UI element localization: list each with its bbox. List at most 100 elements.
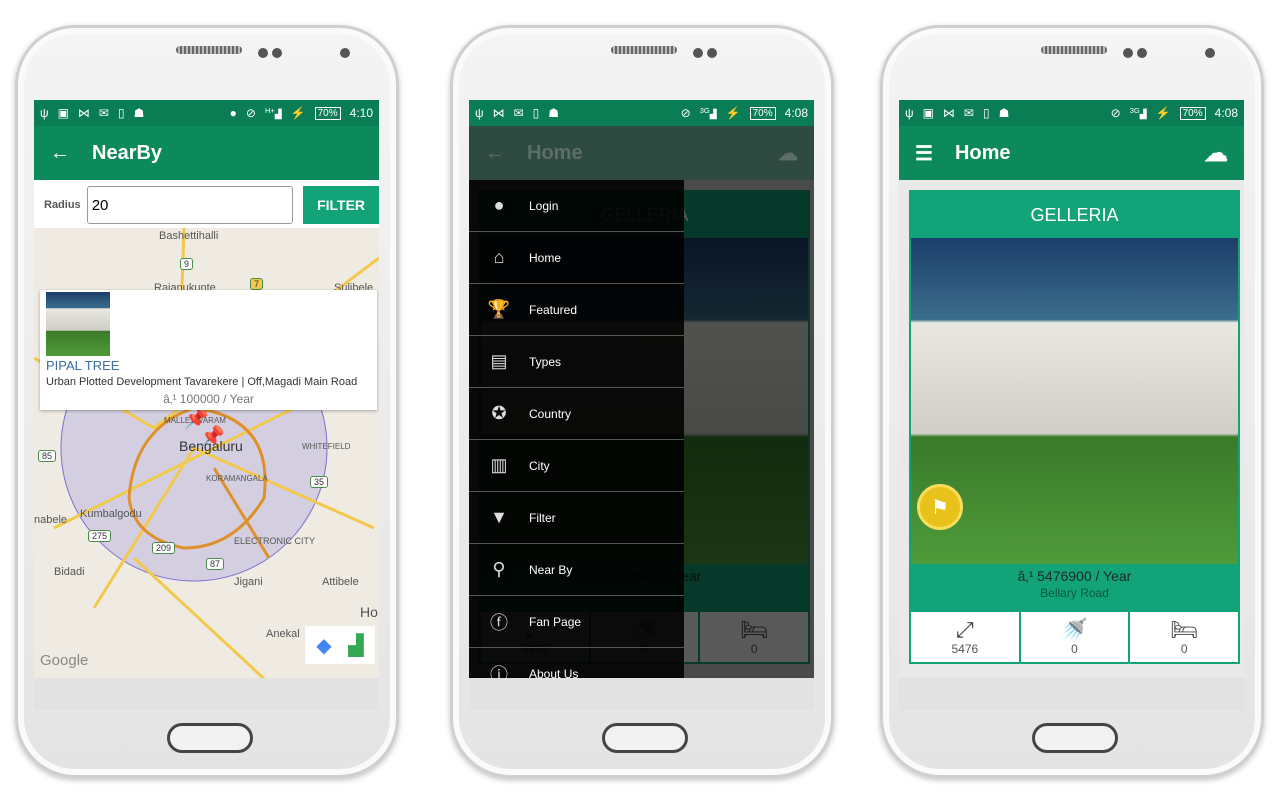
drawer-item-home[interactable]: ⌂ Home xyxy=(469,232,684,284)
home-icon: ⌂ xyxy=(493,247,505,267)
nav-bar xyxy=(899,678,1244,710)
navigation-drawer: ● Login ⌂ Home 🏆 Featured ▤ Types ✪ Country ▥ City ▼… xyxy=(469,180,684,700)
drawer-item-filter[interactable]: ▼ Filter xyxy=(469,492,684,544)
phone-icon: ▯ xyxy=(117,106,125,120)
android-icon: ☗ xyxy=(133,106,145,120)
screen: ψ ▣ ⋈ ✉ ▯ ☗ ⊘ 3G▟ ⚡ 70% 4:08 ☰ Home ☁ GELLERIA ⚑ â‚¹… xyxy=(899,100,1244,710)
cloud-upload-icon[interactable]: ☁ xyxy=(1204,139,1228,168)
map-marker-icon[interactable]: 📌 xyxy=(200,424,225,449)
filter-button[interactable]: FILTER xyxy=(303,186,379,224)
phone-home: ψ ▣ ⋈ ✉ ▯ ☗ ⊘ 3G▟ ⚡ 70% 4:08 ☰ Home ☁ GELLERIA ⚑ â‚¹… xyxy=(880,25,1264,778)
clock: 4:08 xyxy=(1214,106,1238,120)
facebook-icon: ⓕ xyxy=(490,612,508,633)
property-subtitle: Urban Plotted Development Tavarekere | O… xyxy=(46,376,358,388)
property-location: Bellary Road xyxy=(1040,586,1109,600)
radius-label: Radius xyxy=(44,199,81,211)
drawer-item-types[interactable]: ▤ Types xyxy=(469,336,684,388)
speaker xyxy=(176,46,242,54)
map[interactable]: Bashettihalli Rajanukunte Sulibele Benga… xyxy=(34,228,379,678)
phone-drawer: ψ⋈✉▯☗⊘3G▟⚡70%4:08 ←Home☁ GELLERIA â‚¹ 54… xyxy=(450,25,834,778)
drawer-item-city[interactable]: ▥ City xyxy=(469,440,684,492)
drawer-item-login[interactable]: ● Login xyxy=(469,180,684,232)
drawer-item-near-by[interactable]: ⚲ Near By xyxy=(469,544,684,596)
block-icon: ⊘ xyxy=(680,106,691,120)
clock: 4:08 xyxy=(784,106,808,120)
globe-pin-icon: ✪ xyxy=(491,403,507,423)
drawer-item-label: Home xyxy=(529,250,562,265)
property-price: â‚¹ 100000 / Year xyxy=(163,392,254,406)
drawer-item-label: Fan Page xyxy=(529,614,582,629)
bed-icon: 🛏 xyxy=(1170,617,1199,642)
back-arrow-icon[interactable]: ← xyxy=(50,142,70,165)
featured-flag-icon: ⚑ xyxy=(917,484,963,530)
drawer-item-fan-page[interactable]: ⓕ Fan Page xyxy=(469,596,684,648)
status-bar: ψ ⋈ ✉ ▯ ☗ ⊘ 3G▟ ⚡ 70% 4:08 xyxy=(469,100,814,126)
page-title: Home xyxy=(954,141,1011,164)
drawer-item-label: City xyxy=(529,458,550,473)
signal-icon: 3G▟ xyxy=(1129,106,1147,119)
battery: 70% xyxy=(314,106,341,120)
battery: 70% xyxy=(749,106,776,120)
drawer-item-label: Country xyxy=(529,406,572,421)
trophy-icon: 🏆 xyxy=(487,299,511,319)
property-info-window[interactable]: PIPAL TREE Urban Plotted Development Tav… xyxy=(40,290,377,410)
nav-bar xyxy=(469,678,814,710)
phone-nearby: ψ ▣ ⋈ ✉ ▯ ☗ ● ⊘ H+▟ ⚡ 70% 4:10 ← NearBy Radius FILTE… xyxy=(15,25,399,778)
home-button[interactable] xyxy=(602,723,688,753)
block-icon: ⊘ xyxy=(1110,106,1121,120)
sensor xyxy=(272,48,282,58)
drawer-item-country[interactable]: ✪ Country xyxy=(469,388,684,440)
status-bar: ψ ▣ ⋈ ✉ ▯ ☗ ● ⊘ H+▟ ⚡ 70% 4:10 xyxy=(34,100,379,126)
back-arrow-icon: ← xyxy=(485,141,505,164)
map-toolbar: ◆ ▟ xyxy=(305,626,375,664)
signal-icon: 3G▟ xyxy=(699,106,717,119)
cloud-upload-icon: ☁ xyxy=(778,142,798,165)
image-icon: ▣ xyxy=(57,106,69,120)
block-icon: ⊘ xyxy=(245,106,256,120)
map-pin-icon: ⚲ xyxy=(492,559,506,579)
signal-icon: H+▟ xyxy=(264,106,282,119)
stat-baths: 🚿 0 xyxy=(1020,612,1129,662)
battery: 70% xyxy=(1179,106,1206,120)
clock: 4:10 xyxy=(349,106,373,120)
property-card[interactable]: GELLERIA ⚑ â‚¹ 5476900 / Year Bellary Ro… xyxy=(909,190,1240,664)
drawer-item-label: Featured xyxy=(529,302,578,317)
charging-icon: ⚡ xyxy=(1155,106,1171,120)
menu-icon[interactable]: ☰ xyxy=(915,141,933,166)
page-title: Home xyxy=(527,141,583,164)
drawer-item-featured[interactable]: 🏆 Featured xyxy=(469,284,684,336)
mail-icon: ✉ xyxy=(98,106,109,120)
shower-icon: 🚿 xyxy=(1060,617,1089,642)
user-avatar-icon: ● xyxy=(493,195,505,215)
stat-area: ⤢ 5476 xyxy=(911,612,1019,662)
usb-icon: ψ xyxy=(40,106,49,120)
gmail-icon: ⋈ xyxy=(77,106,90,120)
funnel-icon: ▼ xyxy=(490,507,508,527)
area-icon: ⤢ xyxy=(956,617,974,642)
drawer-item-label: Login xyxy=(529,198,559,213)
charging-icon: ⚡ xyxy=(290,106,306,120)
screen: ψ⋈✉▯☗⊘3G▟⚡70%4:08 ←Home☁ GELLERIA â‚¹ 54… xyxy=(469,100,814,710)
camera xyxy=(340,48,350,58)
nav-bar xyxy=(34,678,379,710)
charging-icon: ⚡ xyxy=(725,106,741,120)
drawer-item-label: Filter xyxy=(529,510,556,525)
status-bar: ψ ▣ ⋈ ✉ ▯ ☗ ⊘ 3G▟ ⚡ 70% 4:08 xyxy=(899,100,1244,126)
property-image: ⚑ xyxy=(911,238,1238,564)
home-button[interactable] xyxy=(167,723,253,753)
stat-beds: 🛏 0 xyxy=(1130,612,1239,662)
google-maps-icon[interactable]: ▟ xyxy=(341,630,371,660)
list-icon: ▤ xyxy=(490,351,508,371)
sensor xyxy=(258,48,268,58)
home-button[interactable] xyxy=(1032,723,1118,753)
city-icon: ▥ xyxy=(490,455,508,475)
drawer-item-label: Near By xyxy=(529,562,573,577)
page-title: NearBy xyxy=(92,141,163,164)
property-title: PIPAL TREE xyxy=(46,358,120,373)
directions-icon[interactable]: ◆ xyxy=(309,630,339,660)
property-price: â‚¹ 5476900 / Year xyxy=(1017,568,1132,584)
radius-input[interactable] xyxy=(86,186,294,224)
location-icon: ● xyxy=(229,106,237,120)
drawer-item-label: Types xyxy=(529,354,562,369)
property-title: GELLERIA xyxy=(1030,204,1119,225)
